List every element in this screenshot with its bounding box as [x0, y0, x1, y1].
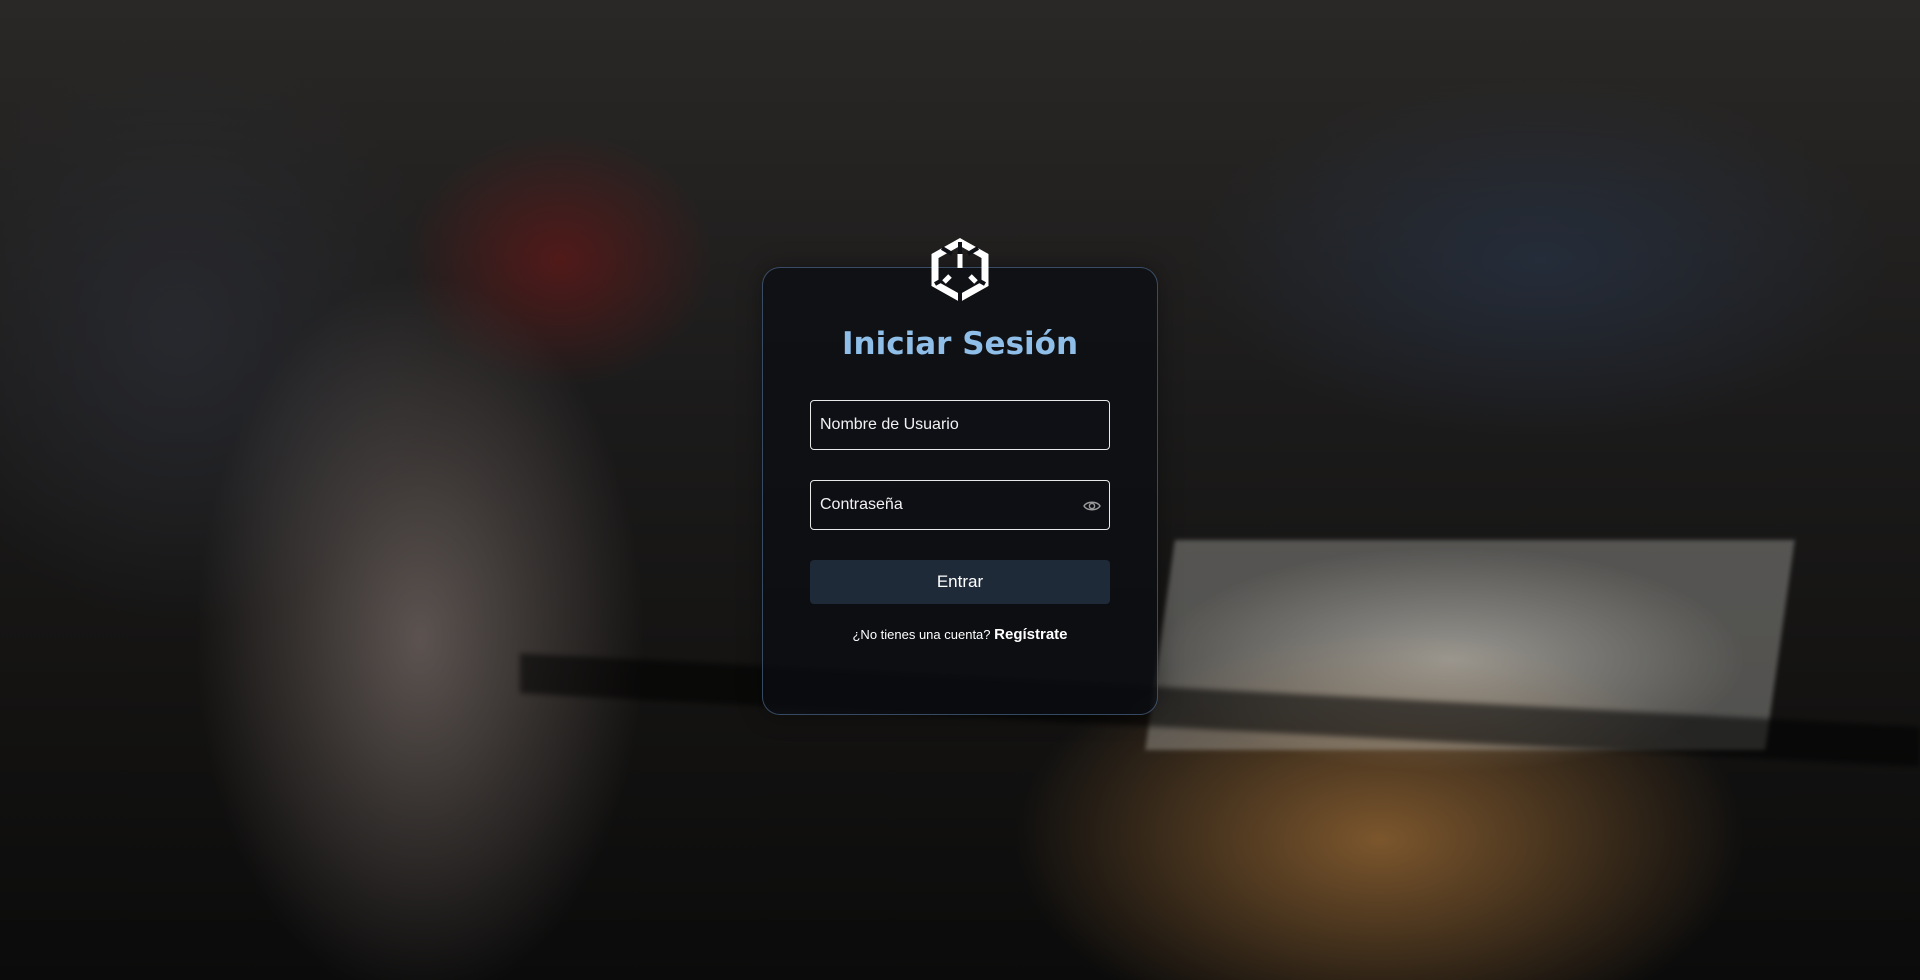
page-title: Iniciar Sesión — [841, 326, 1079, 362]
username-input[interactable] — [811, 401, 1109, 449]
password-input[interactable] — [811, 481, 1109, 529]
password-field[interactable] — [810, 480, 1110, 530]
submit-button[interactable]: Entrar — [810, 560, 1110, 604]
register-prompt-line: ¿No tienes una cuenta? Regístrate — [762, 626, 1158, 643]
username-field[interactable] — [810, 400, 1110, 450]
register-prompt-text: ¿No tienes una cuenta? — [852, 627, 991, 642]
register-link[interactable]: Regístrate — [994, 626, 1067, 643]
eye-icon[interactable] — [1083, 497, 1101, 515]
hexagon-cube-logo-icon — [922, 232, 998, 308]
